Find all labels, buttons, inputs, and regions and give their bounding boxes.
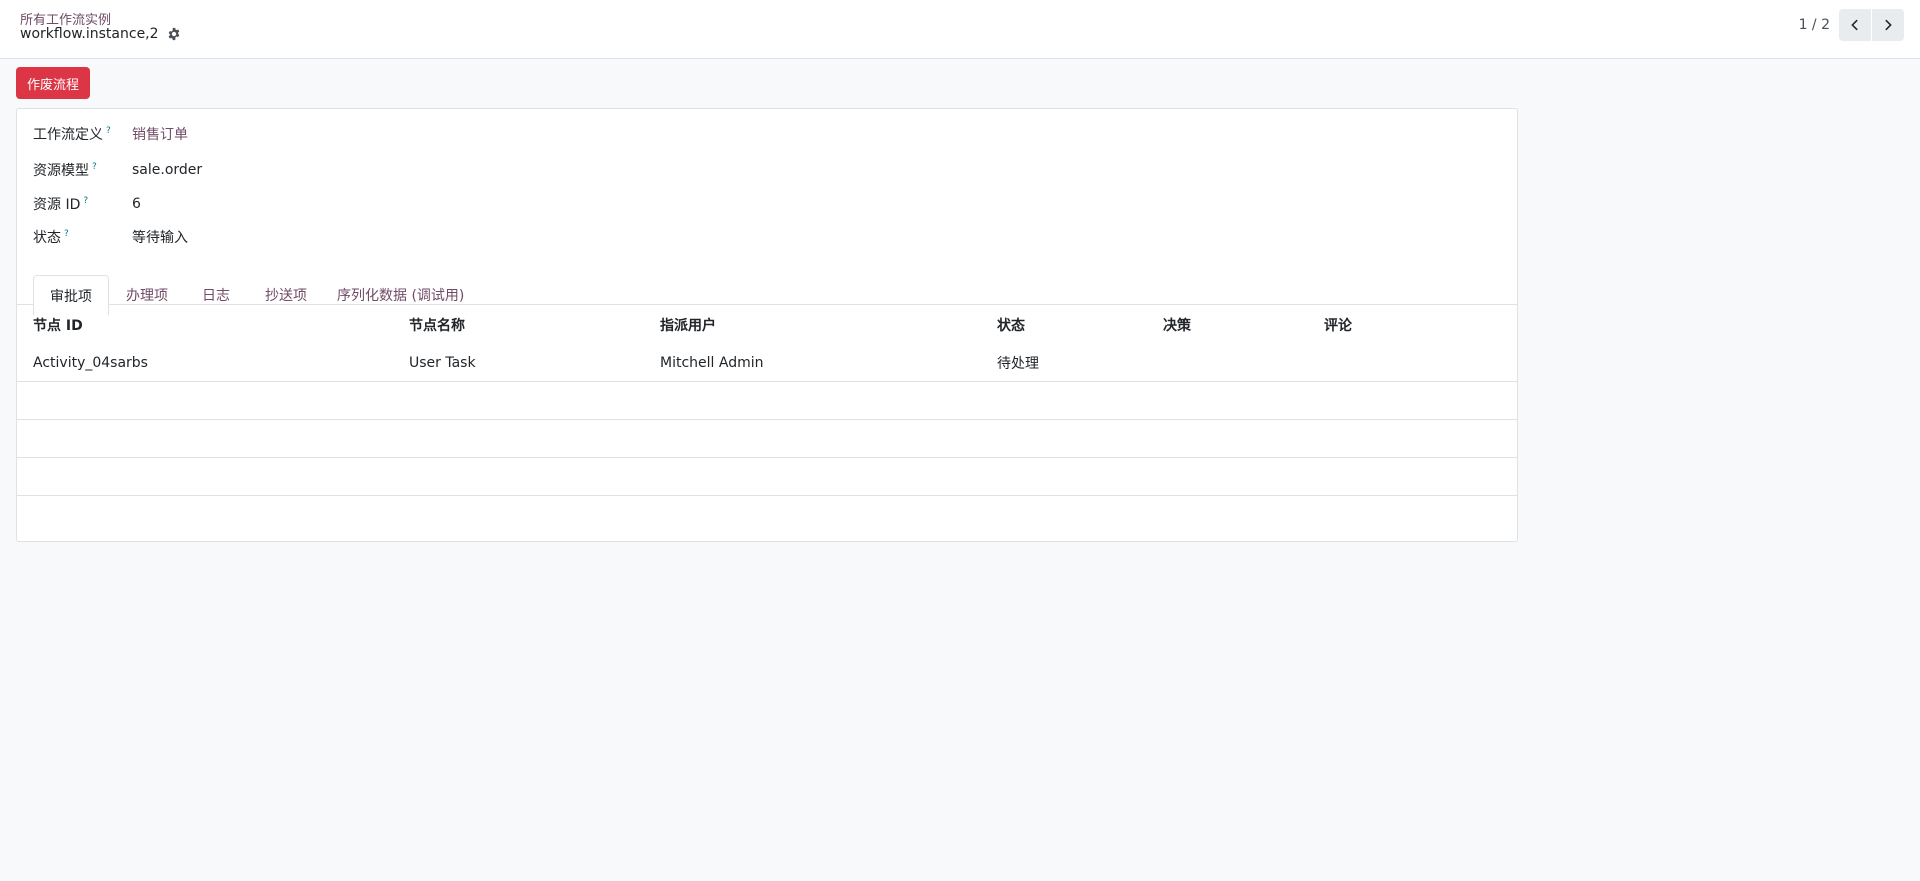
field-label: 工作流定义: [33, 127, 103, 143]
cell-node-id: Activity_04sarbs: [33, 355, 148, 371]
table-header: 节点 ID 节点名称 指派用户 状态 决策 评论: [17, 306, 1517, 344]
column-header-comment[interactable]: 评论: [1324, 306, 1352, 344]
resource-model-value: sale.order: [132, 162, 203, 178]
control-panel: 所有工作流实例 workflow.instance,2 1 / 2: [0, 0, 1920, 59]
help-tooltip-icon[interactable]: ?: [83, 196, 88, 206]
column-header-assigned-user[interactable]: 指派用户: [660, 306, 716, 344]
notebook-tabs: 审批项 办理项 日志 抄送项 序列化数据 (调试用): [17, 266, 1517, 315]
cancel-workflow-button[interactable]: 作废流程: [16, 67, 91, 99]
column-header-node-id[interactable]: 节点 ID: [33, 306, 83, 344]
chevron-left-icon: [1851, 19, 1858, 31]
record-name: workflow.instance,2: [20, 26, 159, 42]
field-resource-model: 资源模型? sale.order: [33, 160, 202, 180]
pager-previous-button[interactable]: [1839, 9, 1871, 41]
state-value: 等待输入: [132, 230, 188, 246]
pager-next-button[interactable]: [1872, 9, 1904, 41]
column-header-decision[interactable]: 决策: [1163, 306, 1191, 344]
field-label: 状态: [33, 230, 61, 246]
field-label: 资源模型: [33, 163, 89, 179]
breadcrumb: workflow.instance,2: [20, 26, 181, 42]
empty-table-row: [17, 420, 1517, 458]
pager: 1 / 2: [1799, 9, 1904, 41]
gear-icon[interactable]: [167, 27, 181, 41]
pager-value[interactable]: 1 / 2: [1799, 17, 1830, 33]
field-workflow-definition: 工作流定义? 销售订单: [33, 124, 188, 144]
cell-state: 待处理: [997, 356, 1039, 372]
cell-node-name: User Task: [409, 355, 476, 371]
resource-id-value: 6: [132, 196, 141, 212]
help-tooltip-icon[interactable]: ?: [92, 162, 97, 172]
empty-table-row: [17, 382, 1517, 420]
form-sheet: 工作流定义? 销售订单 资源模型? sale.order 资源 ID? 6 状态…: [16, 108, 1518, 542]
help-tooltip-icon[interactable]: ?: [106, 126, 111, 136]
field-state: 状态? 等待输入: [33, 227, 188, 247]
column-header-state[interactable]: 状态: [997, 306, 1025, 344]
column-header-node-name[interactable]: 节点名称: [409, 306, 465, 344]
workflow-definition-link[interactable]: 销售订单: [132, 124, 188, 144]
field-label: 资源 ID: [33, 197, 81, 213]
cell-assigned-user: Mitchell Admin: [660, 355, 764, 371]
table-row[interactable]: Activity_04sarbs User Task Mitchell Admi…: [17, 344, 1517, 382]
field-resource-id: 资源 ID? 6: [33, 194, 141, 214]
approval-items-table: 节点 ID 节点名称 指派用户 状态 决策 评论 Activity_04sarb…: [17, 306, 1517, 543]
empty-table-row: [17, 496, 1517, 543]
empty-table-row: [17, 458, 1517, 496]
chevron-right-icon: [1885, 19, 1892, 31]
help-tooltip-icon[interactable]: ?: [64, 229, 69, 239]
